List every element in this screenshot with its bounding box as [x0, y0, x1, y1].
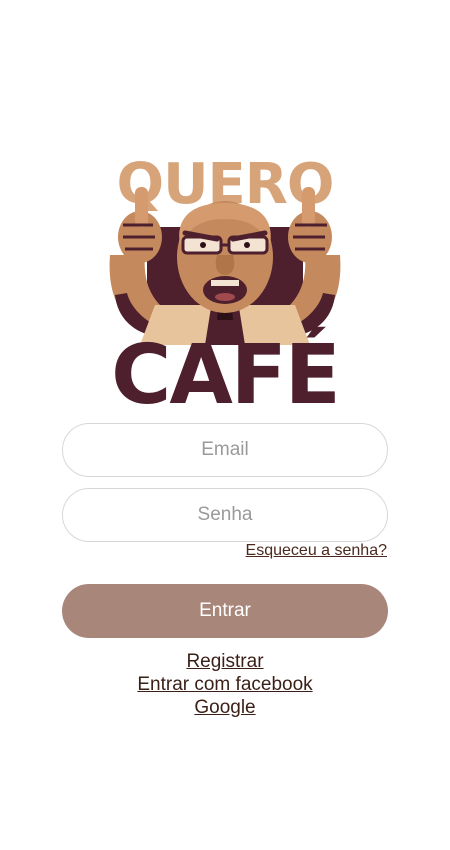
email-input[interactable]: [63, 424, 387, 476]
quero-cafe-logo: QUERO CAFÉ: [95, 145, 355, 410]
password-input[interactable]: [63, 489, 387, 541]
password-field-container: [62, 488, 388, 542]
google-login-link[interactable]: Google: [194, 696, 255, 719]
register-link[interactable]: Registrar: [186, 650, 263, 673]
login-screen: QUERO CAFÉ Email Esqueceu a senha? Entra…: [0, 0, 450, 850]
forgot-password-link[interactable]: Esqueceu a senha?: [246, 542, 387, 560]
login-button[interactable]: Entrar: [62, 584, 388, 638]
facebook-login-link[interactable]: Entrar com facebook: [137, 673, 312, 696]
logo-word-bottom: CAFÉ: [111, 327, 339, 410]
email-field-container: [62, 423, 388, 477]
alternative-login-links: Registrar Entrar com facebook Google: [0, 650, 450, 719]
logo-illustration: QUERO CAFÉ: [109, 152, 341, 410]
